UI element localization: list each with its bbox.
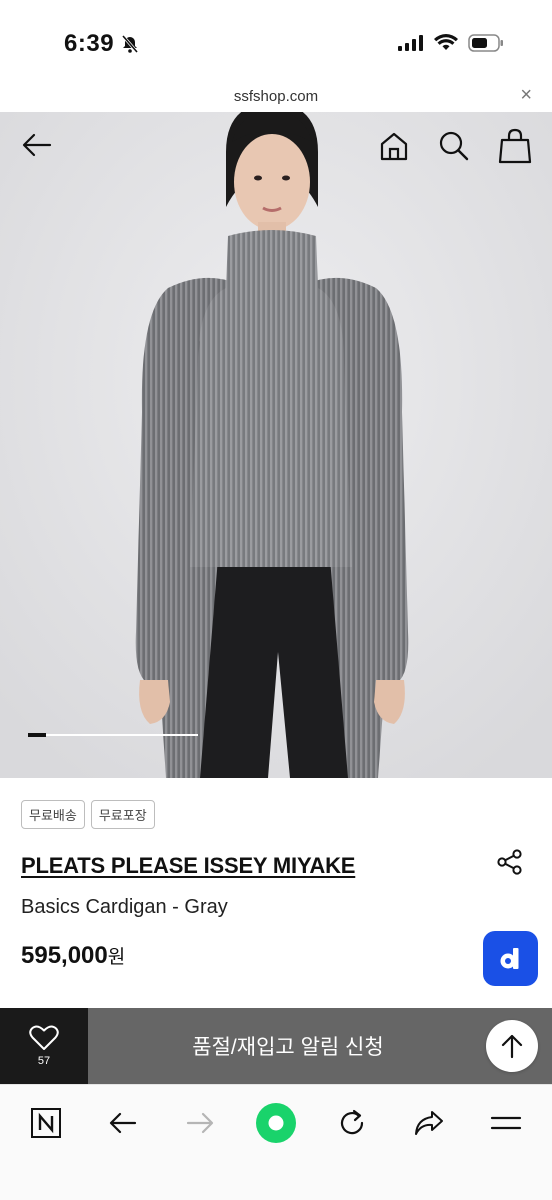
like-button[interactable]: 57 [0,1008,88,1084]
purchase-action-bar: 57 품절/재입고 알림 신청 [0,1008,552,1084]
share-arrow-icon [415,1111,443,1135]
browser-toolbar [0,1084,552,1200]
reload-button[interactable] [330,1103,374,1143]
product-price: 595,000원 [21,942,125,970]
product-name: Basics Cardigan - Gray [21,896,228,918]
forward-button[interactable] [178,1103,222,1143]
status-icons [398,34,504,52]
time-text: 6:39 [64,30,115,57]
share-page-button[interactable] [407,1103,451,1143]
close-icon[interactable]: × [520,84,532,106]
restock-alert-button[interactable]: 품절/재입고 알림 신청 [88,1008,488,1084]
price-value: 595,000 [21,942,108,969]
product-header [0,128,552,168]
battery-icon [468,34,503,52]
status-time: 6:39 [64,30,140,58]
green-dot-button[interactable] [254,1103,298,1143]
product-info: 무료배송 무료포장 PLEATS PLEASE ISSEY MIYAKE Bas… [0,778,552,1008]
model-photo [0,112,552,778]
back-button[interactable] [101,1103,145,1143]
status-bar: 6:39 [0,0,552,80]
like-count: 57 [37,1055,51,1067]
price-currency: 원 [107,947,126,968]
brand-link[interactable]: PLEATS PLEASE ISSEY MIYAKE [21,853,355,879]
naver-home-button[interactable] [24,1103,68,1143]
d-app-button[interactable] [483,931,538,986]
scroll-top-button[interactable] [486,1020,538,1072]
naver-n-icon [31,1108,61,1138]
cellular-icon [398,35,423,51]
product-tags: 무료배송 무료포장 [21,800,155,829]
tag-free-shipping: 무료배송 [21,800,85,829]
url-bar[interactable]: ssfshop.com × [0,80,552,112]
gallery-pager-indicator [28,733,46,737]
menu-icon [490,1116,522,1130]
back-arrow-icon[interactable] [20,130,54,160]
reload-icon [340,1109,364,1135]
share-icon[interactable] [496,848,524,876]
tag-free-wrapping: 무료포장 [90,800,155,829]
d-logo-icon [500,947,518,969]
gallery-pager [28,733,198,737]
wifi-icon [434,34,458,50]
menu-button[interactable] [484,1103,528,1143]
forward-icon [186,1112,214,1134]
bell-slash-icon [121,35,139,53]
arrow-up-icon [501,1034,523,1059]
home-icon[interactable] [378,130,410,162]
heart-icon [29,1025,59,1050]
green-circle-icon [256,1103,296,1143]
search-icon[interactable] [438,130,470,162]
product-image[interactable] [0,112,552,778]
url-text[interactable]: ssfshop.com [0,88,552,105]
shopping-bag-icon[interactable] [498,128,532,164]
back-icon [109,1112,137,1134]
